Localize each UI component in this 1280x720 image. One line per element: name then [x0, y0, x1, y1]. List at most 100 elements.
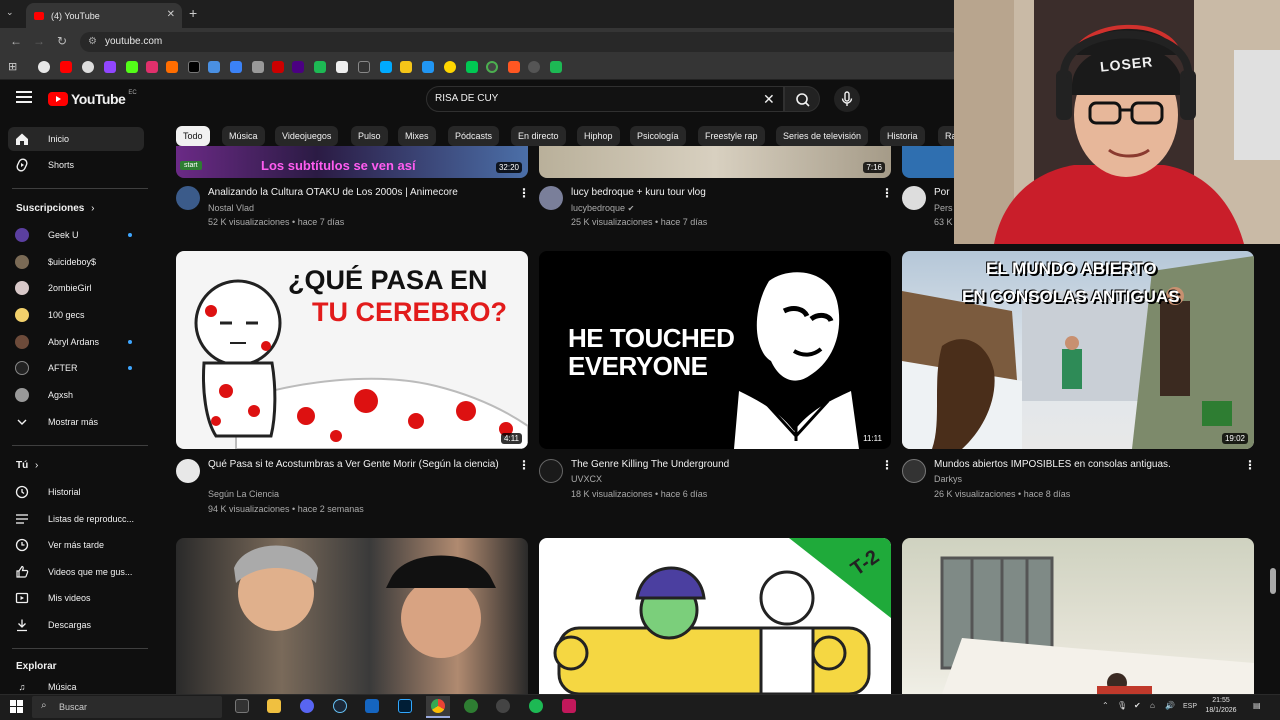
spotify-icon[interactable] — [529, 699, 543, 713]
video-thumbnail[interactable]: EL MUNDO ABIERTO EN CONSOLAS ANTIGUAS 19… — [902, 251, 1254, 449]
sidebar-item-historial[interactable]: Historial — [8, 480, 144, 504]
page-scrollbar[interactable] — [1270, 568, 1276, 594]
bookmark-youtube-icon[interactable] — [60, 61, 72, 73]
new-tab-icon[interactable]: + — [189, 5, 197, 21]
video-title[interactable]: lucy bedroque + kuru tour vlog — [571, 186, 871, 200]
search-button[interactable] — [784, 86, 820, 112]
sidebar-item-subscription[interactable]: Abryl Ardans — [8, 330, 144, 354]
mic-tray-icon[interactable]: 🎙 — [1117, 701, 1127, 710]
notifications-icon[interactable]: ▤ — [1253, 701, 1261, 710]
video-title[interactable]: Por — [934, 186, 954, 200]
menu-icon[interactable] — [16, 91, 32, 103]
chip-videojuegos[interactable]: Videojuegos — [275, 126, 339, 146]
sidebar-item-subscription[interactable]: $uicideboy$ — [8, 250, 144, 274]
chip-psicologia[interactable]: Psicología — [630, 126, 686, 146]
bookmark-icon[interactable] — [166, 61, 178, 73]
taskbar-app-icon[interactable] — [562, 699, 576, 713]
tab-search-icon[interactable]: ⌄ — [6, 7, 14, 18]
chip-pulso[interactable]: Pulso — [351, 126, 388, 146]
bookmark-icon[interactable] — [252, 61, 264, 73]
more-options-icon[interactable]: ⋮ — [881, 186, 893, 200]
channel-avatar[interactable] — [176, 459, 200, 483]
bookmark-icon[interactable] — [444, 61, 456, 73]
sidebar-item-subscription[interactable]: 100 gecs — [8, 303, 144, 327]
channel-avatar[interactable] — [539, 186, 563, 210]
search-input[interactable]: RISA DE CUY — [426, 86, 784, 112]
bookmark-icon[interactable] — [528, 61, 540, 73]
network-icon[interactable]: ⌂ — [1150, 701, 1155, 710]
bookmark-icon[interactable] — [230, 61, 242, 73]
sidebar-item-downloads[interactable]: Descargas — [8, 613, 144, 637]
file-explorer-icon[interactable] — [267, 699, 281, 713]
chip-en-directo[interactable]: En directo — [511, 126, 566, 146]
taskbar-app-icon[interactable] — [235, 699, 249, 713]
bookmark-twitch-icon[interactable] — [104, 61, 116, 73]
you-header[interactable]: Tú › — [16, 460, 38, 471]
channel-avatar[interactable] — [539, 459, 563, 483]
video-thumbnail[interactable] — [902, 538, 1254, 694]
sidebar-item-shorts[interactable]: Shorts — [8, 153, 144, 177]
taskbar-search[interactable]: ⌕ Buscar — [32, 696, 222, 718]
sidebar-item-liked-videos[interactable]: Videos que me gus... — [8, 560, 144, 584]
channel-name[interactable]: UVXCX — [571, 472, 602, 487]
channel-name[interactable]: Nostal Vlad — [208, 201, 254, 216]
chip-mixes[interactable]: Mixes — [398, 126, 436, 146]
tray-app-icon[interactable]: ✔ — [1134, 701, 1141, 710]
sidebar-item-watch-later[interactable]: Ver más tarde — [8, 533, 144, 557]
youtube-logo[interactable]: YouTube EC — [48, 90, 137, 107]
bookmark-x-icon[interactable] — [188, 61, 200, 73]
sidebar-item-show-more[interactable]: Mostrar más — [8, 410, 144, 434]
video-title[interactable]: Analizando la Cultura OTAKU de Los 2000s… — [208, 186, 508, 200]
chip-historia[interactable]: Historia — [880, 126, 925, 146]
photoshop-icon[interactable] — [398, 699, 412, 713]
bookmark-imdb-icon[interactable] — [400, 61, 412, 73]
more-options-icon[interactable]: ⋮ — [518, 458, 530, 472]
bookmark-icon[interactable] — [466, 61, 478, 73]
video-thumbnail[interactable]: ¿QUÉ PASA EN TU CEREBRO? 4:11 — [176, 251, 528, 449]
channel-avatar[interactable] — [902, 459, 926, 483]
channel-avatar[interactable] — [902, 186, 926, 210]
browser-tab[interactable]: (4) YouTube ✕ — [26, 3, 182, 28]
sidebar-item-subscription[interactable]: 2ombieGirl — [8, 276, 144, 300]
bookmark-icon[interactable] — [486, 61, 498, 73]
video-thumbnail[interactable]: start Los subtítulos se ven así 32:20 — [176, 146, 528, 178]
subscriptions-header[interactable]: Suscripciones › — [16, 203, 94, 214]
volume-icon[interactable]: 🔊 — [1165, 701, 1175, 710]
clear-search-icon[interactable]: ✕ — [763, 91, 775, 108]
bookmark-translate-icon[interactable] — [208, 61, 220, 73]
channel-name[interactable]: Según La Ciencia — [208, 487, 279, 502]
bookmark-icon[interactable] — [292, 61, 304, 73]
video-title[interactable]: Mundos abiertos IMPOSIBLES en consolas a… — [934, 458, 1234, 472]
video-thumbnail[interactable]: 7:16 — [539, 146, 891, 178]
steam-icon[interactable] — [333, 699, 347, 713]
bookmark-icon[interactable] — [82, 61, 94, 73]
sidebar-item-subscription[interactable]: AFTER — [8, 356, 144, 380]
chip-freestyle-rap[interactable]: Freestyle rap — [698, 126, 765, 146]
system-clock[interactable]: 21:55 18/1/2026 — [1202, 696, 1240, 716]
url-field[interactable]: ⚙ youtube.com — [80, 32, 960, 52]
more-options-icon[interactable]: ⋮ — [518, 186, 530, 200]
taskbar-app-v-icon[interactable] — [365, 699, 379, 713]
tray-expand-icon[interactable]: ⌃ — [1102, 701, 1109, 710]
close-tab-icon[interactable]: ✕ — [167, 9, 175, 20]
sidebar-item-my-videos[interactable]: Mis videos — [8, 586, 144, 610]
bookmark-icon[interactable] — [272, 61, 284, 73]
windows-start-icon[interactable] — [10, 700, 23, 713]
video-title[interactable]: Qué Pasa si te Acostumbras a Ver Gente M… — [208, 458, 508, 472]
channel-name[interactable]: Pers — [934, 201, 954, 216]
apps-grid-icon[interactable]: ⊞ — [8, 60, 17, 73]
bookmark-kick-icon[interactable] — [126, 61, 138, 73]
bookmark-instagram-icon[interactable] — [146, 61, 158, 73]
channel-avatar[interactable] — [176, 186, 200, 210]
site-info-icon[interactable]: ⚙ — [88, 36, 97, 47]
video-title[interactable]: The Genre Killing The Underground — [571, 458, 871, 472]
chip-todo[interactable]: Todo — [176, 126, 210, 146]
chip-podcasts[interactable]: Pódcasts — [448, 126, 500, 146]
bookmark-sheets-icon[interactable] — [550, 61, 562, 73]
channel-name[interactable]: Darkys — [934, 472, 962, 487]
video-thumbnail[interactable]: T-2 — [539, 538, 891, 694]
sidebar-item-subscription[interactable]: Geek U — [8, 223, 144, 247]
forward-icon[interactable]: → — [33, 34, 45, 48]
sidebar-item-subscription[interactable]: Agxsh — [8, 383, 144, 407]
obs-icon[interactable] — [496, 699, 510, 713]
